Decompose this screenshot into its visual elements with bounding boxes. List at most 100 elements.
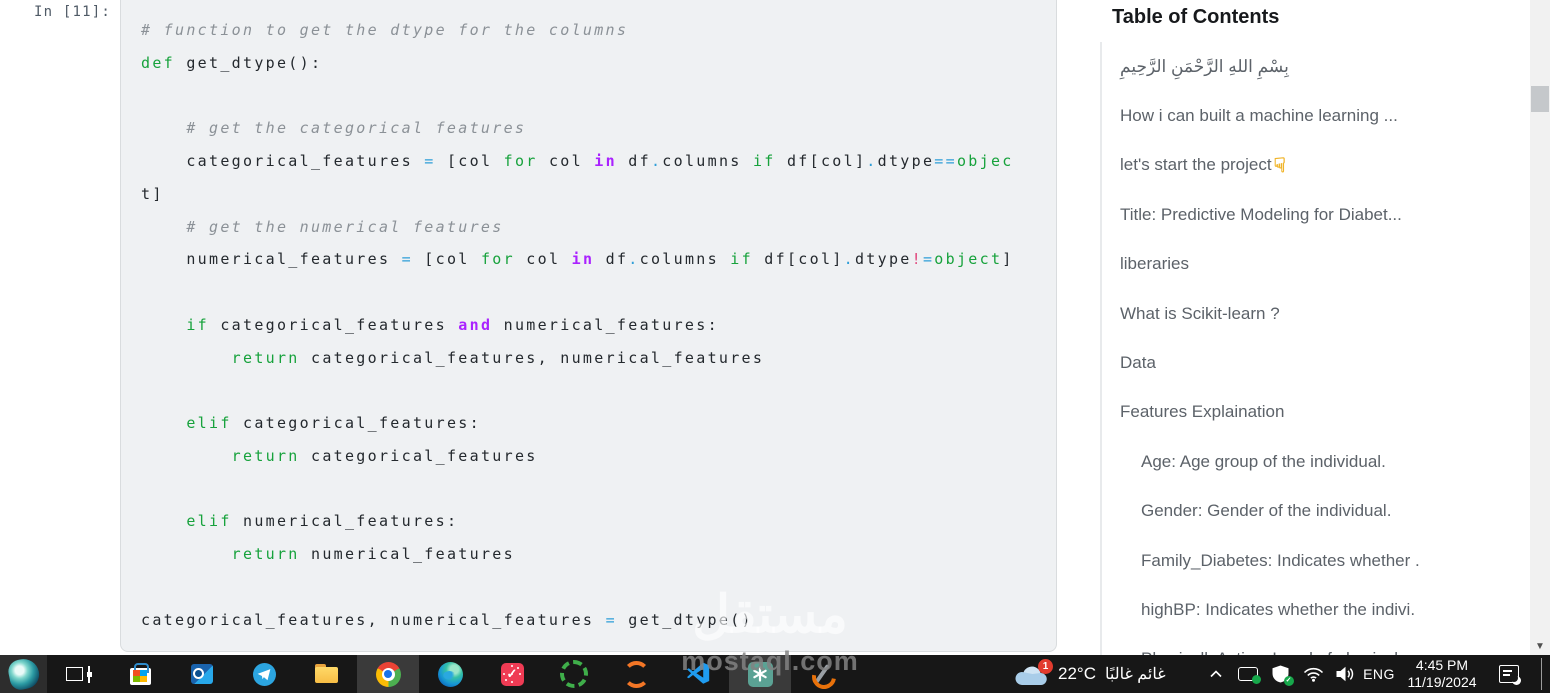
pointing-down-hand-icon: ☟ — [1274, 153, 1286, 178]
toc-list: بِسْمِ اللهِ الرَّحْمَنِ الرَّحِيمِ How i… — [1100, 42, 1530, 655]
toc-title: Table of Contents — [1112, 6, 1279, 29]
toc-item-label: Title: Predictive Modeling for Diabet... — [1120, 205, 1402, 225]
chatgpt-button[interactable] — [729, 655, 791, 693]
chatgpt-icon — [748, 662, 773, 687]
code-line: return numerical_features — [141, 538, 1050, 571]
weather-condition: غائم غالبًا — [1105, 664, 1166, 684]
tray-date: 11/19/2024 — [1398, 674, 1486, 691]
notification-badge: 1 — [1038, 659, 1053, 674]
jupyter-button[interactable] — [605, 655, 667, 693]
outlook-button[interactable] — [171, 655, 233, 693]
toc-item-label: highBP: Indicates whether the indivi. — [1141, 600, 1415, 620]
toc-item[interactable]: liberaries — [1120, 240, 1530, 289]
speaker-icon — [1335, 666, 1355, 682]
scrollbar-thumb[interactable] — [1531, 86, 1549, 112]
code-line — [141, 374, 1050, 407]
code-line: elif numerical_features: — [141, 505, 1050, 538]
toc-item-label: Features Explaination — [1120, 402, 1284, 422]
clock-widget[interactable]: 4:45 PM 11/19/2024 — [1398, 657, 1486, 691]
toc-item[interactable]: Age: Age group of the individual. — [1120, 437, 1530, 486]
windows-taskbar: ✓ 1 — [0, 655, 1550, 693]
toc-item[interactable]: بِسْمِ اللهِ الرَّحْمَنِ الرَّحِيمِ — [1120, 42, 1530, 91]
edge-button[interactable] — [419, 655, 481, 693]
code-line: return categorical_features, numerical_f… — [141, 342, 1050, 375]
vscode-button[interactable] — [667, 655, 729, 693]
toc-item-label: What is Scikit-learn ? — [1120, 304, 1280, 324]
task-view-button[interactable] — [47, 655, 109, 693]
toc-item[interactable]: Family_Diabetes: Indicates whether . — [1120, 536, 1530, 585]
toc-item-label: Age: Age group of the individual. — [1141, 452, 1386, 472]
device-icon — [1238, 667, 1258, 681]
action-center-button[interactable] — [1490, 655, 1528, 693]
weather-widget[interactable]: 1 22°C غائم غالبًا — [1013, 655, 1166, 693]
toc-item-label: بِسْمِ اللهِ الرَّحْمَنِ الرَّحِيمِ — [1120, 57, 1289, 77]
tray-windows-security[interactable]: ✓ — [1266, 655, 1296, 693]
toc-item-label: Data — [1120, 353, 1156, 373]
tray-wifi[interactable] — [1297, 655, 1329, 693]
toc-item[interactable]: Title: Predictive Modeling for Diabet... — [1120, 190, 1530, 239]
tray-time: 4:45 PM — [1398, 657, 1486, 674]
toc-item[interactable]: Data — [1120, 338, 1530, 387]
toc-item[interactable]: Gender: Gender of the individual. — [1120, 487, 1530, 536]
start-button[interactable] — [0, 655, 47, 693]
code-line: # function to get the dtype for the colu… — [141, 14, 1050, 47]
code-line: def get_dtype(): — [141, 47, 1050, 80]
toc-item-label: Family_Diabetes: Indicates whether . — [1141, 551, 1420, 571]
code-line: t] — [141, 178, 1050, 211]
toc-item-label: How i can built a machine learning ... — [1120, 106, 1398, 126]
code-line: # get the numerical features — [141, 211, 1050, 244]
anaconda-icon — [560, 660, 588, 688]
tray-device-status[interactable] — [1233, 655, 1263, 693]
telegram-button[interactable] — [233, 655, 295, 693]
microsoft-store-icon — [130, 668, 151, 685]
vscode-icon — [686, 662, 710, 686]
toc-item[interactable]: What is Scikit-learn ? — [1120, 289, 1530, 338]
code-line: categorical_features = [col for col in d… — [141, 145, 1050, 178]
wifi-icon — [1303, 667, 1324, 682]
code-line — [141, 571, 1050, 604]
security-shield-icon: ✓ — [1272, 665, 1291, 684]
microsoft-store-button[interactable] — [109, 655, 171, 693]
tray-volume[interactable] — [1330, 655, 1360, 693]
code-line: elif categorical_features: — [141, 407, 1050, 440]
code-line — [141, 276, 1050, 309]
chevron-up-icon — [1210, 670, 1222, 678]
page-scrollbar[interactable]: ▼ — [1530, 0, 1550, 655]
code-line: categorical_features, numerical_features… — [141, 604, 1050, 637]
code-line: numerical_features = [col for col in df.… — [141, 243, 1050, 276]
clock-tasks-icon: ✓ — [501, 663, 524, 686]
task-view-icon — [66, 667, 83, 681]
table-of-contents-panel: Table of Contents بِسْمِ اللهِ الرَّحْمَ… — [1092, 0, 1530, 655]
code-line: if categorical_features and numerical_fe… — [141, 309, 1050, 342]
action-center-icon — [1499, 665, 1519, 683]
tray-overflow-chevron[interactable] — [1203, 655, 1229, 693]
weather-temperature: 22°C — [1058, 664, 1096, 684]
code-editor[interactable]: # function to get the dtype for the colu… — [141, 14, 1050, 636]
telegram-icon — [253, 663, 276, 686]
toc-item-label: Gender: Gender of the individual. — [1141, 501, 1391, 521]
clock-tasks-button[interactable]: ✓ — [481, 655, 543, 693]
chrome-button[interactable] — [357, 655, 419, 693]
anaconda-button[interactable] — [543, 655, 605, 693]
jupyter-icon — [623, 661, 650, 688]
code-line — [141, 473, 1050, 506]
code-line: return categorical_features — [141, 440, 1050, 473]
language-indicator[interactable]: ENG — [1360, 655, 1398, 693]
start-icon — [6, 656, 42, 692]
code-line: # get the categorical features — [141, 112, 1050, 145]
scrollbar-down-arrow-icon[interactable]: ▼ — [1530, 641, 1550, 652]
file-explorer-icon — [315, 667, 338, 684]
snipping-tool-button[interactable] — [791, 655, 853, 693]
code-cell[interactable]: # function to get the dtype for the colu… — [120, 0, 1057, 652]
show-desktop-separator[interactable] — [1541, 658, 1542, 690]
file-explorer-button[interactable] — [295, 655, 357, 693]
notebook-page: In [11]: # function to get the dtype for… — [0, 0, 1550, 655]
toc-item-label: liberaries — [1120, 254, 1189, 274]
toc-item[interactable]: Features Explaination — [1120, 388, 1530, 437]
toc-item[interactable]: highBP: Indicates whether the indivi. — [1120, 585, 1530, 634]
chrome-icon — [376, 662, 401, 687]
toc-item[interactable]: PhysicallyActive: Level of physical a — [1120, 635, 1530, 655]
toc-item[interactable]: let's start the project☟ — [1120, 141, 1530, 190]
toc-item[interactable]: How i can built a machine learning ... — [1120, 91, 1530, 140]
cell-execution-prompt: In [11]: — [34, 4, 111, 20]
